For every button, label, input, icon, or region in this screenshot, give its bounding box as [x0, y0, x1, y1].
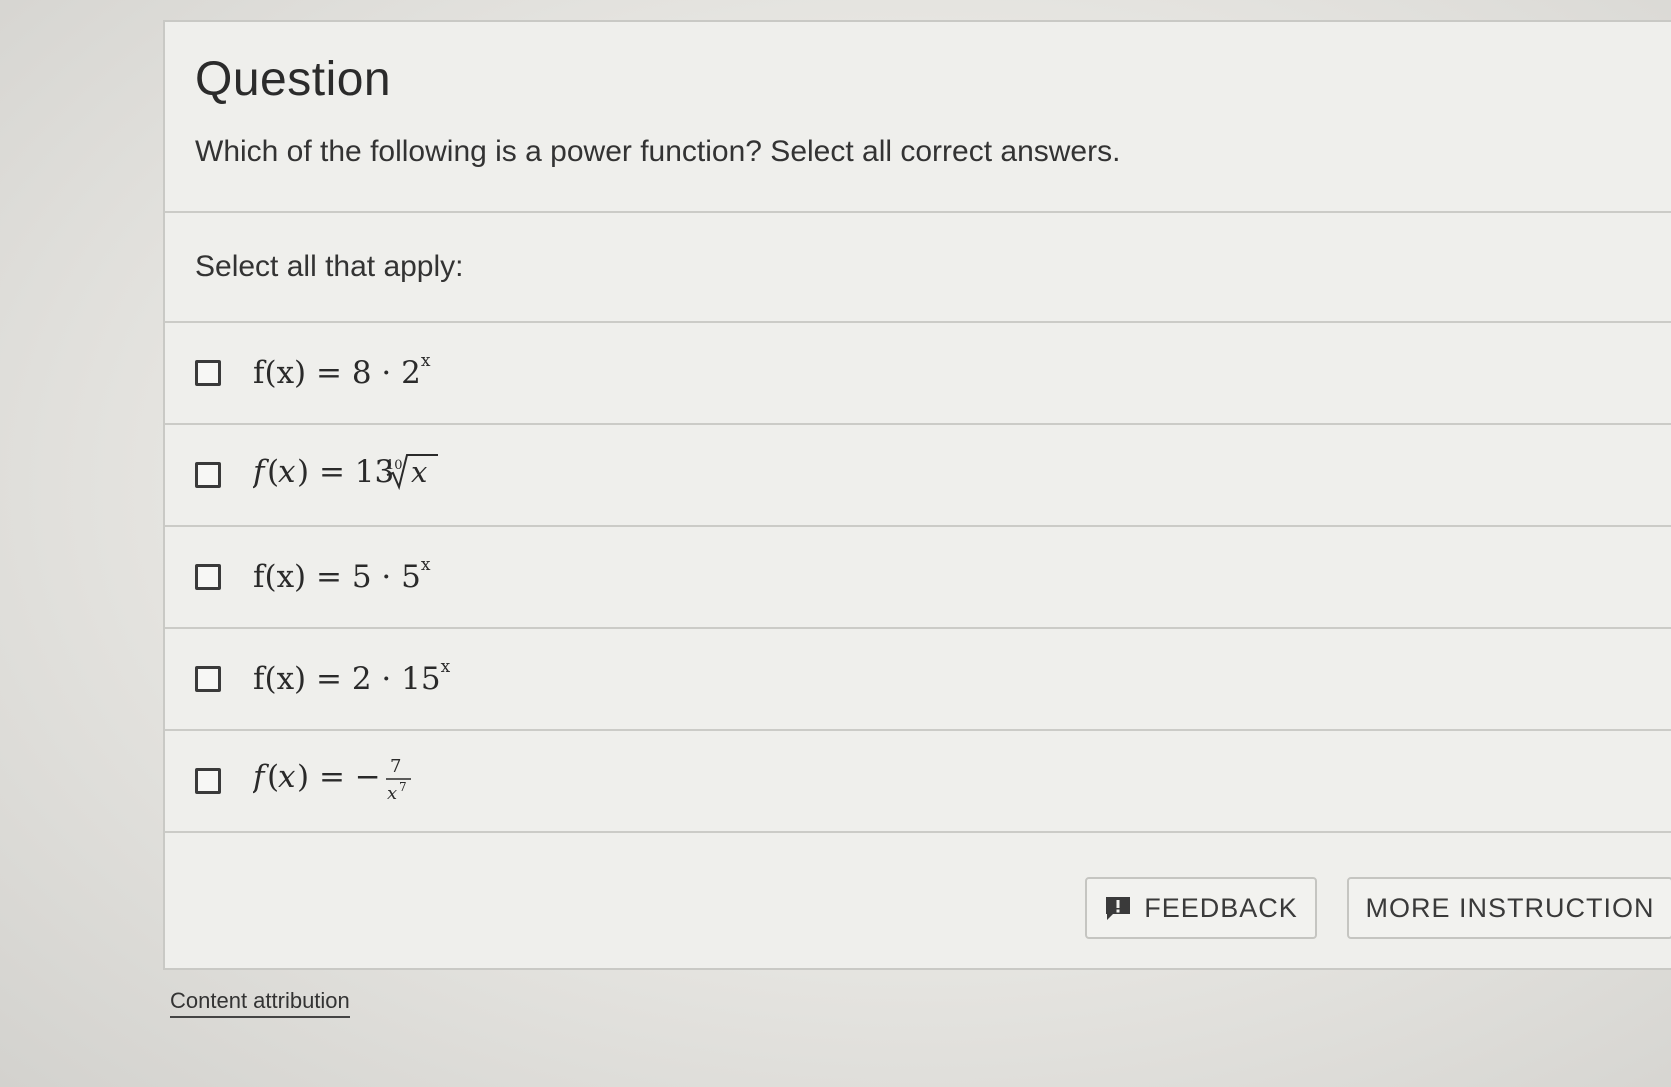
option-2-checkbox[interactable]: [195, 462, 221, 488]
answer-option-1[interactable]: f(x) = 8 · 2x: [165, 323, 1671, 425]
option-1-checkbox[interactable]: [195, 360, 221, 386]
answer-option-5[interactable]: f ( x ) = − 7 x 7: [165, 731, 1671, 833]
option-3-formula: f(x) = 5 · 5x: [253, 554, 431, 595]
option-4-checkbox[interactable]: [195, 666, 221, 692]
svg-text:) = −: ) = −: [297, 759, 381, 795]
option-2-formula-render: f ( x ) = 13 10 x: [251, 454, 438, 491]
answer-option-4[interactable]: f(x) = 2 · 15x: [165, 629, 1671, 731]
question-title: Question: [195, 53, 392, 106]
svg-text:10: 10: [386, 458, 403, 473]
svg-text:x: x: [387, 783, 397, 804]
select-all-instruction: Select all that apply:: [165, 213, 1671, 323]
option-2-formula: f ( x ) = 13 10 x: [251, 449, 453, 501]
action-bar: FEEDBACK MORE INSTRUCTION: [165, 833, 1671, 963]
svg-text:7: 7: [390, 756, 401, 777]
answer-option-2[interactable]: f ( x ) = 13 10 x: [165, 425, 1671, 527]
question-prompt: Which of the following is a power functi…: [195, 135, 1121, 168]
option-5-formula-render: f ( x ) = − 7 x 7: [251, 756, 411, 804]
feedback-icon: [1104, 895, 1132, 921]
instruction-text: Select all that apply:: [195, 250, 464, 283]
svg-text:x: x: [278, 454, 296, 490]
option-4-formula: f(x) = 2 · 15x: [253, 656, 451, 697]
more-instruction-button[interactable]: MORE INSTRUCTION: [1347, 877, 1671, 939]
svg-text:x: x: [278, 759, 296, 795]
feedback-label: FEEDBACK: [1144, 892, 1298, 923]
option-3-checkbox[interactable]: [195, 564, 221, 590]
answer-option-3[interactable]: f(x) = 5 · 5x: [165, 527, 1671, 629]
option-5-formula: f ( x ) = − 7 x 7: [251, 747, 453, 815]
option-1-formula: f(x) = 8 · 2x: [253, 350, 431, 391]
svg-text:) = 13: ) = 13: [297, 454, 394, 490]
svg-text:7: 7: [399, 780, 407, 794]
feedback-button[interactable]: FEEDBACK: [1085, 877, 1317, 939]
svg-text:x: x: [411, 455, 427, 489]
question-panel: Question Which of the following is a pow…: [163, 20, 1671, 970]
content-attribution-link[interactable]: Content attribution: [170, 988, 350, 1018]
option-5-checkbox[interactable]: [195, 768, 221, 794]
more-instruction-label: MORE INSTRUCTION: [1365, 892, 1655, 923]
question-header: Question Which of the following is a pow…: [165, 22, 1671, 213]
